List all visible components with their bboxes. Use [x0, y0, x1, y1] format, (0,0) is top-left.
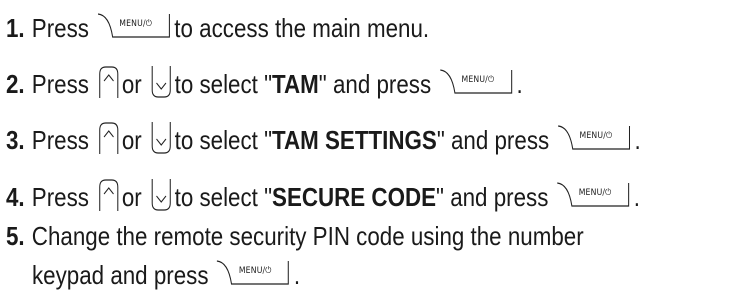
- step-5-continued: keypad and press MENU/⏻ .: [32, 258, 300, 292]
- step-text: .: [516, 69, 523, 99]
- step-1: 1. Press MENU/⏻ to access the main menu.: [6, 11, 429, 45]
- step-text: to select ": [174, 69, 273, 99]
- step-2: 2. Press or to select "TAM" and press MEN…: [6, 65, 523, 101]
- step-text: or: [121, 182, 142, 212]
- down-key-icon: [151, 65, 173, 99]
- step-text: Change the remote security PIN code usin…: [31, 221, 584, 251]
- step-text: keypad and press: [32, 260, 209, 290]
- step-number: 2.: [6, 69, 25, 99]
- menu-option-name: TAM: [272, 69, 319, 99]
- step-number: 1.: [6, 13, 25, 43]
- step-text: Press: [31, 125, 89, 155]
- instruction-steps: 1. Press MENU/⏻ to access the main menu. …: [6, 0, 733, 296]
- step-5: 5. Change the remote security PIN code us…: [6, 219, 584, 253]
- menu-option-name: SECURE CODE: [272, 182, 437, 212]
- menu-option-name: TAM SETTINGS: [272, 125, 437, 155]
- step-text: Press: [31, 69, 89, 99]
- step-text: .: [293, 260, 301, 290]
- step-number: 3.: [6, 125, 25, 155]
- step-text: to select ": [174, 182, 273, 212]
- menu-power-key-icon: MENU/⏻: [557, 124, 631, 152]
- up-key-icon: [98, 178, 120, 212]
- step-text: to access the main menu.: [174, 13, 430, 43]
- menu-power-key-icon: MENU/⏻: [556, 181, 630, 209]
- step-3: 3. Press or to select "TAM SETTINGS" and …: [6, 121, 641, 157]
- up-key-icon: [98, 65, 120, 99]
- down-key-icon: [151, 178, 173, 212]
- menu-power-key-icon: MENU/⏻: [216, 259, 290, 287]
- step-number: 4.: [6, 182, 25, 212]
- step-text: " and press: [436, 182, 549, 212]
- menu-power-key-icon: MENU/⏻: [97, 12, 171, 40]
- step-text: .: [634, 125, 641, 155]
- step-number: 5.: [6, 221, 25, 251]
- up-key-icon: [98, 121, 120, 155]
- step-text: or: [121, 125, 142, 155]
- step-text: or: [121, 69, 142, 99]
- down-key-icon: [151, 121, 173, 155]
- step-4: 4. Press or to select "SECURE CODE" and p…: [6, 178, 640, 214]
- step-text: " and press: [436, 125, 550, 155]
- step-text: Press: [31, 13, 89, 43]
- step-text: .: [633, 182, 640, 212]
- step-text: Press: [31, 182, 89, 212]
- step-text: to select ": [174, 125, 273, 155]
- menu-power-key-icon: MENU/⏻: [439, 68, 513, 96]
- step-text: " and press: [318, 69, 432, 99]
